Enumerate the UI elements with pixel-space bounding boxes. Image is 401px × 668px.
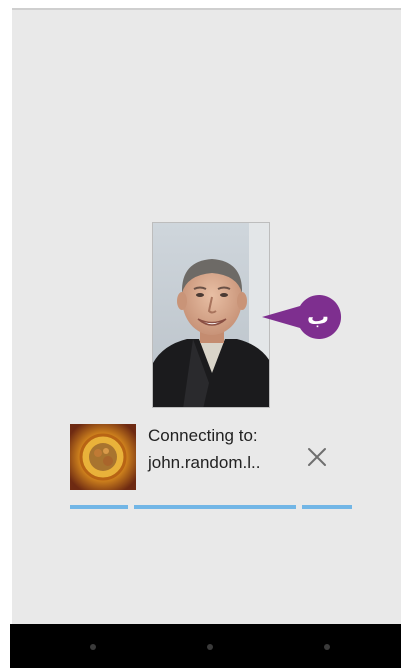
cancel-call-button[interactable] [300,440,334,474]
progress-segment [70,505,128,509]
back-button[interactable] [90,644,96,650]
contact-avatar [70,424,136,490]
avatar-image [70,424,136,490]
close-icon [308,448,326,466]
connection-progress-bar [70,505,352,509]
progress-segment [302,505,352,509]
person-video-image [153,223,269,407]
recents-button[interactable] [324,644,330,650]
progress-segment [134,505,296,509]
contact-address: john.random.l.. [148,453,261,472]
home-button[interactable] [207,644,213,650]
self-video-preview [152,222,270,408]
connecting-label: Connecting to: [148,426,258,445]
callout-label: ب [306,304,330,330]
navigation-bar [10,624,401,668]
